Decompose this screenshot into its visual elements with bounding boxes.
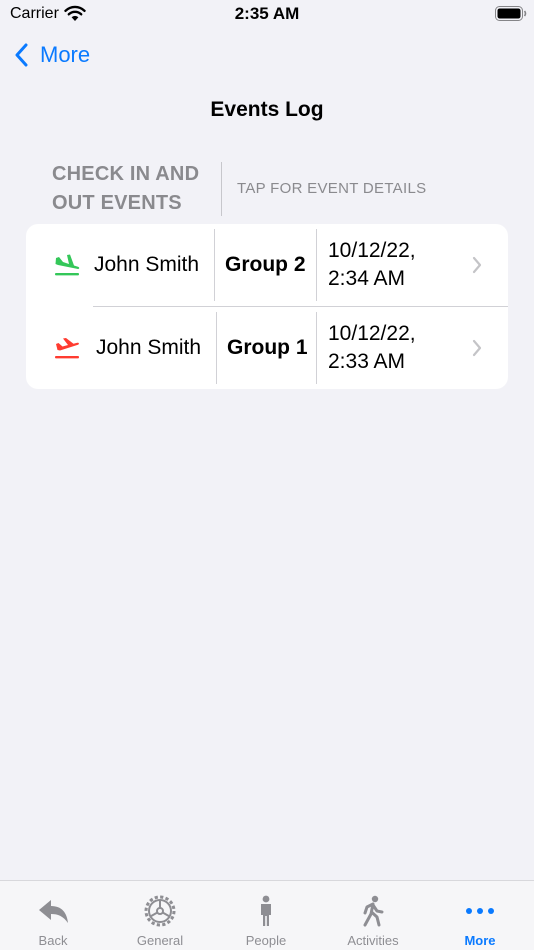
tab-people[interactable]: People: [213, 881, 319, 950]
tab-more[interactable]: More: [427, 881, 533, 950]
gear-icon: [144, 895, 176, 927]
event-group-name: Group 1: [227, 336, 308, 359]
status-time: 2:35 AM: [234, 4, 300, 23]
event-person-name: John Smith: [96, 336, 202, 359]
column-divider: [316, 312, 317, 384]
event-date: 10/12/22,: [328, 239, 416, 262]
event-row[interactable]: John Smith Group 1 10/12/22, 2:33 AM: [26, 307, 508, 389]
column-divider: [214, 229, 215, 301]
event-time: 2:34 AM: [328, 267, 406, 290]
events-list: John Smith Group 2 10/12/22, 2:34 AM Joh…: [26, 224, 508, 389]
column-divider: [216, 312, 217, 384]
plane-departure-icon: [55, 338, 79, 359]
back-label: More: [40, 42, 91, 67]
tab-label: Activities: [347, 933, 399, 948]
event-group-name: Group 2: [225, 253, 306, 276]
person-icon: [261, 895, 271, 926]
tab-label: General: [136, 933, 184, 948]
battery-icon: [495, 6, 527, 21]
section-header-check-in-out: CHECK IN AND OUT EVENTS: [52, 163, 200, 214]
tab-label: People: [245, 933, 287, 948]
reply-arrow-icon: [39, 900, 68, 923]
event-datetime: 10/12/22, 2:34 AM: [328, 237, 416, 293]
tab-activities[interactable]: Activities: [320, 881, 426, 950]
ellipsis-icon: [466, 908, 494, 914]
plane-arrival-icon: [55, 254, 80, 276]
back-to-more-button[interactable]: More: [14, 38, 90, 72]
event-time: 2:33 AM: [328, 350, 406, 373]
event-person-name: John Smith: [94, 253, 200, 276]
tab-label: More: [464, 933, 496, 948]
tab-general[interactable]: General: [107, 881, 213, 950]
chevron-right-icon: [472, 339, 482, 357]
tab-label: Back: [38, 933, 68, 948]
section-header-divider: [221, 162, 222, 216]
event-datetime: 10/12/22, 2:33 AM: [328, 320, 416, 376]
page-title: Events Log: [210, 98, 324, 121]
status-bar: Carrier 2:35 AM: [0, 0, 534, 30]
tab-bar: Back General People Activities More: [0, 880, 534, 950]
chevron-left-icon: [15, 43, 28, 67]
event-date: 10/12/22,: [328, 322, 416, 345]
event-row[interactable]: John Smith Group 2 10/12/22, 2:34 AM: [26, 224, 508, 306]
walking-person-icon: [363, 895, 384, 927]
tab-back[interactable]: Back: [0, 881, 106, 950]
section-header-hint: TAP FOR EVENT DETAILS: [237, 180, 427, 197]
column-divider: [316, 229, 317, 301]
chevron-right-icon: [472, 256, 482, 274]
